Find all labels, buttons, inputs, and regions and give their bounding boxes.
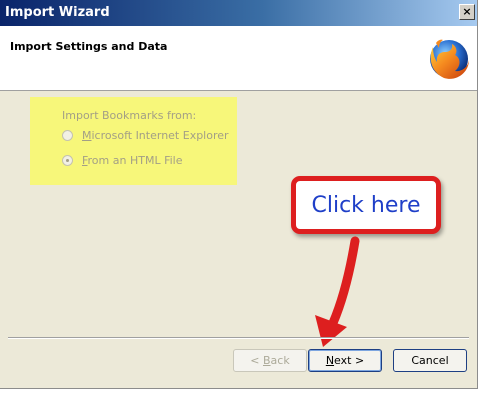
option-html-file[interactable]: From an HTML File — [62, 152, 182, 168]
radio-html-file[interactable] — [62, 154, 73, 166]
click-here-callout: Click here — [291, 176, 441, 234]
radio-internet-explorer[interactable] — [62, 129, 73, 141]
page-title: Import Settings and Data — [10, 40, 168, 53]
option-html-file-label: From an HTML File — [82, 153, 183, 167]
wizard-header: Import Settings and Data — [0, 26, 477, 91]
red-arrow-icon — [315, 236, 360, 347]
cancel-button[interactable]: Cancel — [393, 349, 467, 372]
next-button[interactable]: Next > — [308, 349, 382, 372]
import-wizard-window: Import Wizard × Import Settings and Data — [0, 0, 478, 389]
callout-text: Click here — [311, 192, 421, 218]
firefox-logo-icon — [430, 39, 469, 79]
option-internet-explorer[interactable]: Microsoft Internet Explorer — [62, 127, 229, 143]
import-bookmarks-label: Import Bookmarks from: — [62, 109, 197, 122]
window-title: Import Wizard — [5, 5, 110, 20]
title-bar[interactable]: Import Wizard × — [0, 0, 477, 26]
back-button[interactable]: < Back — [233, 349, 307, 372]
footer-divider — [8, 337, 469, 339]
close-button[interactable]: × — [459, 4, 475, 20]
option-internet-explorer-label: Microsoft Internet Explorer — [82, 128, 229, 142]
close-icon: × — [462, 5, 472, 18]
